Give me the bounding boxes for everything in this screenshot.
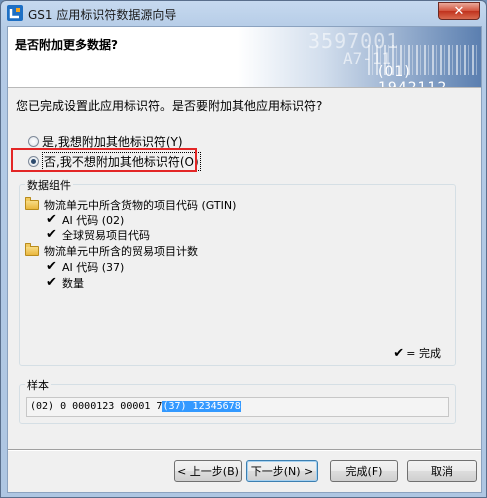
folder-open-icon (25, 196, 39, 210)
wizard-body: 是否附加更多数据? 3597001 A7-11 (01) 1942112 您已完… (7, 26, 482, 493)
tree-child[interactable]: ✔ AI 代码 (02) (46, 212, 124, 227)
wizard-window: GS1 应用标识符数据源向导 ✕ 是否附加更多数据? 3597001 A7-11… (0, 0, 487, 498)
highlight-annotation (11, 148, 197, 172)
folder-open-icon (25, 242, 39, 256)
checkmark-icon: ✔ (46, 212, 57, 227)
wizard-header: 是否附加更多数据? 3597001 A7-11 (01) 1942112 (8, 27, 481, 88)
radio-yes-button[interactable] (28, 135, 39, 147)
tree-child[interactable]: ✔ 数量 (46, 275, 84, 290)
radio-yes[interactable]: 是,我想附加其他标识符(Y) (28, 133, 183, 149)
radio-yes-label: 是,我想附加其他标识符(Y) (42, 134, 183, 149)
footer-separator (8, 449, 481, 451)
tree-child[interactable]: ✔ AI 代码 (37) (46, 259, 124, 274)
sample-text: (02) 0 0000123 00001 7 (30, 401, 163, 412)
components-group-label: 数据组件 (25, 177, 73, 193)
back-button[interactable]: < 上一步(B) (174, 460, 242, 482)
checkmark-icon: ✔ (46, 259, 57, 274)
tree-child-label: 全球贸易项目代码 (62, 228, 150, 242)
completion-legend: ✔ = 完成 (393, 345, 441, 361)
close-button[interactable]: ✕ (438, 2, 480, 20)
checkmark-icon: ✔ (46, 227, 57, 242)
checkmark-icon: ✔ (46, 275, 57, 290)
legend-text: = 完成 (406, 347, 441, 360)
sample-text-field[interactable]: (02) 0 0000123 00001 7(37) 12345678 (26, 397, 449, 417)
app-icon (7, 5, 23, 21)
cancel-button[interactable]: 取消 (407, 460, 477, 482)
tree-item-label: 物流单元中所含货物的项目代码 (GTIN) (44, 198, 237, 212)
barcode-banner-image: 3597001 A7-11 (01) 1942112 (238, 27, 481, 87)
sample-group: 样本 (02) 0 0000123 00001 7(37) 12345678 (19, 377, 456, 424)
finish-button[interactable]: 完成(F) (330, 460, 398, 482)
tree-child-label: AI 代码 (02) (62, 213, 125, 227)
question-text: 您已完成设置此应用标识符。是否要附加其他应用标识符? (16, 99, 323, 113)
components-group: 数据组件 物流单元中所含货物的项目代码 (GTIN) ✔ AI 代码 (02) … (19, 177, 456, 366)
sample-group-label: 样本 (25, 377, 51, 393)
page-title: 是否附加更多数据? (15, 38, 118, 52)
tree-child-label: 数量 (62, 276, 84, 290)
next-button[interactable]: 下一步(N) > (246, 460, 318, 482)
checkmark-icon: ✔ (393, 345, 405, 361)
tree-child-label: AI 代码 (37) (62, 260, 125, 274)
window-title: GS1 应用标识符数据源向导 (28, 8, 177, 22)
banner-text-3: (01) 1942112 (378, 64, 446, 87)
title-bar[interactable]: GS1 应用标识符数据源向导 ✕ (1, 1, 486, 25)
tree-item-label: 物流单元中所含的贸易项目计数 (44, 244, 198, 258)
tree-item[interactable]: 物流单元中所含货物的项目代码 (GTIN) (25, 196, 237, 212)
tree-item[interactable]: 物流单元中所含的贸易项目计数 (25, 242, 198, 258)
sample-selected-text: (37) 12345678 (162, 401, 241, 412)
tree-child[interactable]: ✔ 全球贸易项目代码 (46, 227, 150, 242)
